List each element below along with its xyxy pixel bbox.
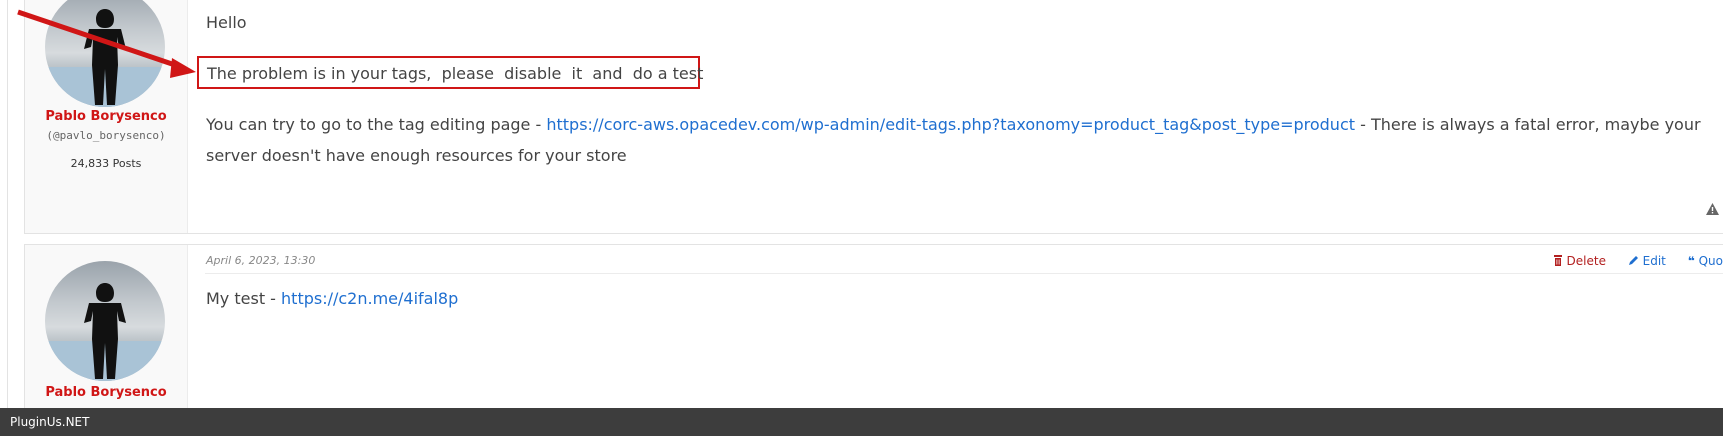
trash-icon xyxy=(1553,255,1562,266)
footer-bar: PluginUs.NET xyxy=(0,408,1723,436)
forum-post: Pablo Borysenco (@pavlo_borysenco) 24,83… xyxy=(24,0,1723,234)
annotation-arrow-icon xyxy=(17,9,196,78)
author-post-count: 24,833 Posts xyxy=(70,157,142,170)
author-column: Pablo Borysenco xyxy=(25,245,188,425)
author-handle: (@pavlo_borysenco) xyxy=(46,129,166,142)
text-before-link: My test - xyxy=(206,289,282,308)
forum-post: Pablo Borysenco April 6, 2023, 13:30 Del… xyxy=(24,244,1723,426)
avatar[interactable] xyxy=(45,261,165,381)
author-name[interactable]: Pablo Borysenco xyxy=(25,109,187,124)
post-date: April 6, 2023, 13:30 xyxy=(206,254,316,267)
quote-button[interactable]: ❝ Quo xyxy=(1688,254,1723,268)
footer-brand[interactable]: PluginUs.NET xyxy=(10,415,89,429)
quote-label: Quo xyxy=(1698,254,1723,268)
quote-icon: ❝ xyxy=(1687,254,1695,268)
highlight-box: The problem is in your tags, please disa… xyxy=(197,56,704,89)
post-text: My test - https://c2n.me/4ifal8p xyxy=(206,289,458,308)
screenshot-link[interactable]: https://c2n.me/4ifal8p xyxy=(281,289,458,308)
author-name[interactable]: Pablo Borysenco xyxy=(25,385,187,400)
edit-label: Edit xyxy=(1642,254,1666,268)
tag-edit-link[interactable]: https://corc-aws.opacedev.com/wp-admin/e… xyxy=(546,115,1355,134)
edit-button[interactable]: Edit xyxy=(1628,254,1670,268)
post-actions: Delete Edit ❝ Quo xyxy=(1535,254,1723,268)
delete-button[interactable]: Delete xyxy=(1553,254,1610,268)
warning-triangle-icon[interactable] xyxy=(1706,203,1719,218)
paragraph-text-before: You can try to go to the tag editing pag… xyxy=(206,115,547,134)
highlighted-text: The problem is in your tags, please disa… xyxy=(207,64,704,83)
paragraph: You can try to go to the tag editing pag… xyxy=(206,109,1723,171)
pencil-icon xyxy=(1628,256,1638,265)
divider xyxy=(205,273,1723,274)
person-silhouette-icon xyxy=(45,283,165,381)
delete-label: Delete xyxy=(1566,254,1606,268)
